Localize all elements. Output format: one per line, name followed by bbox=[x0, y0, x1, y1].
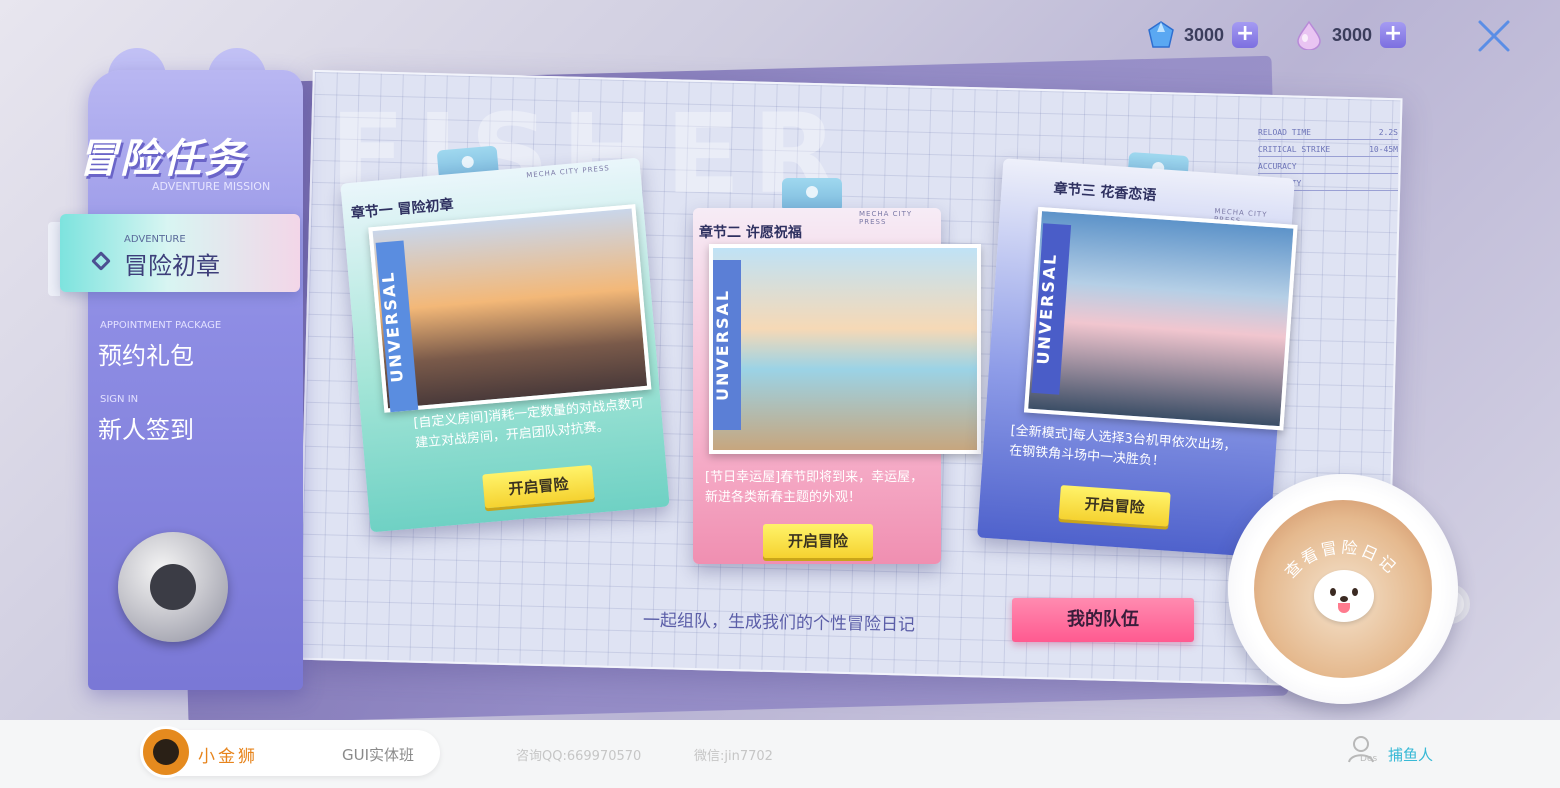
start-adventure-button[interactable]: 开启冒险 bbox=[763, 524, 873, 558]
contact-qq: 咨询QQ:669970570 bbox=[516, 749, 642, 764]
sidebar-item-label: 预约礼包 bbox=[98, 342, 194, 370]
start-adventure-button[interactable]: 开启冒险 bbox=[1058, 485, 1171, 527]
active-tab-marker bbox=[48, 222, 60, 296]
add-crystal-button[interactable]: + bbox=[1232, 22, 1259, 48]
chapter-title: 章节二 许愿祝福 bbox=[699, 225, 802, 241]
sidebar-title: 冒险任务 ADVENTURE MISSION bbox=[78, 126, 270, 193]
sidebar-item-en: SIGN IN bbox=[100, 394, 139, 405]
sidebar-item-appointment[interactable]: APPOINTMENT PACKAGE 预约礼包 bbox=[60, 306, 300, 386]
add-droplet-button[interactable]: + bbox=[1380, 22, 1407, 48]
slogan-text: 一起组队，生成我们的个性冒险日记 bbox=[642, 610, 916, 636]
chapter-title: 章节一 冒险初章 bbox=[350, 196, 455, 222]
press-label: MECHA CITY PRESS bbox=[859, 210, 913, 226]
droplet-amount: 3000 bbox=[1332, 24, 1373, 45]
stat-value: 2.2S bbox=[1378, 128, 1398, 137]
diamond-icon bbox=[91, 251, 111, 271]
stat-row: RELOAD TIME 2.2S bbox=[1258, 128, 1398, 140]
page-subtitle: ADVENTURE MISSION bbox=[152, 180, 271, 193]
chapter-card-2: 章节二 许愿祝福 MECHA CITY PRESS UNVERSAL [节日幸运… bbox=[693, 208, 981, 564]
press-label: MECHA CITY PRESS bbox=[525, 164, 611, 180]
sidebar-item-en: APPOINTMENT PACKAGE bbox=[100, 320, 222, 331]
close-icon[interactable] bbox=[1474, 16, 1514, 56]
sidebar-item-label: 新人签到 bbox=[98, 416, 194, 444]
brand-pill: 小金狮 GUI实体班 bbox=[140, 726, 440, 778]
lion-logo-icon bbox=[140, 726, 192, 778]
cd-dial-decoration bbox=[118, 532, 228, 642]
brand-name: 小金狮 bbox=[198, 747, 258, 767]
currency-crystal: 3000 + bbox=[1146, 20, 1259, 50]
card-description: [全新模式]每人选择3台机甲依次出场，在钢铁角斗场中一决胜负！ bbox=[1008, 423, 1238, 470]
page-title: 冒险任务 bbox=[78, 136, 246, 182]
svg-text:查看冒险日记: 查看冒险日记 bbox=[1281, 537, 1402, 581]
stat-value: 10-45M bbox=[1369, 145, 1398, 154]
chapter-card-3: 章节三 花香恋语 MECHA CITY PRESS UNVERSAL [全新模式… bbox=[977, 158, 1298, 558]
pink-droplet-icon bbox=[1297, 20, 1321, 50]
brand-class: GUI实体班 bbox=[342, 746, 415, 764]
stat-label: CRITICAL STRIKE bbox=[1258, 145, 1331, 154]
coffee-truck-image bbox=[709, 244, 981, 454]
card-description: [节日幸运屋]春节即将到来，幸运屋，新进各类新春主题的外观！ bbox=[705, 470, 924, 505]
sidebar-item-adventure[interactable]: ADVENTURE 冒险初章 bbox=[60, 214, 300, 292]
diary-cup-label: 查看冒险日记 bbox=[1281, 537, 1402, 581]
sidebar-item-en: ADVENTURE bbox=[124, 234, 186, 245]
chapter-title: 章节三 花香恋语 bbox=[1053, 180, 1157, 204]
card-clip bbox=[782, 178, 842, 212]
my-team-button[interactable]: 我的队伍 bbox=[1012, 598, 1194, 642]
sidebar-item-signin[interactable]: SIGN IN 新人签到 bbox=[60, 380, 300, 460]
currency-droplet: 3000 + bbox=[1294, 20, 1407, 50]
card-band: UNVERSAL bbox=[713, 260, 741, 430]
stat-label: RELOAD TIME bbox=[1258, 128, 1311, 137]
footer: 小金狮 GUI实体班 咨询QQ:669970570 微信:jin7702 Des… bbox=[0, 720, 1560, 788]
chapter-card-1: 章节一 冒险初章 MECHA CITY PRESS UNVERSAL [自定义房… bbox=[340, 157, 670, 533]
blue-crystal-icon bbox=[1148, 21, 1174, 48]
adventure-diary-cup[interactable]: 查看冒险日记 bbox=[1228, 474, 1458, 704]
crystal-amount: 3000 bbox=[1184, 24, 1225, 45]
user-sub-label: Des bbox=[1360, 754, 1378, 764]
stat-row: ACCURACY bbox=[1258, 162, 1398, 174]
stat-row: CRITICAL STRIKE 10-45M bbox=[1258, 145, 1398, 157]
sidebar-item-label: 冒险初章 bbox=[124, 252, 220, 280]
start-adventure-button[interactable]: 开启冒险 bbox=[482, 464, 595, 509]
game-scene: FISHER RELOAD TIME 2.2S CRITICAL STRIKE 10… bbox=[0, 0, 1560, 720]
dial-core bbox=[150, 564, 196, 610]
diary-cup-text: 查看冒险日记 bbox=[1281, 537, 1399, 581]
user-name: 捕鱼人 bbox=[1388, 746, 1434, 764]
stat-label: ACCURACY bbox=[1258, 162, 1297, 171]
contact-wechat: 微信:jin7702 bbox=[694, 749, 773, 764]
